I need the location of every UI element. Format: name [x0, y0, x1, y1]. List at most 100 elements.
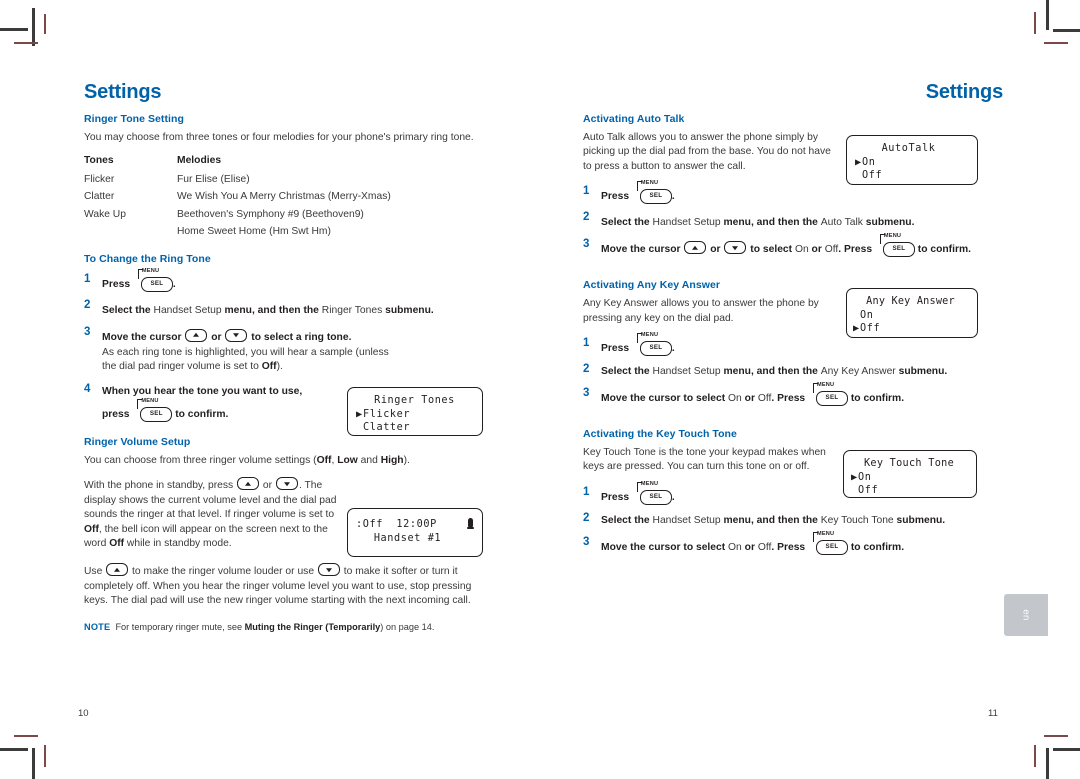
lcd-item: ▶On: [851, 471, 872, 483]
step-text: Move the cursor or to select a ring tone…: [102, 328, 351, 343]
menu-sel-key-icon[interactable]: MENU SEL: [136, 268, 173, 292]
lcd-title: Key Touch Tone: [863, 458, 955, 469]
melody-name: Home Sweet Home (Hm Swt Hm): [177, 226, 331, 238]
crop-mark-br-h: [1053, 748, 1080, 751]
step-number: 2: [583, 511, 590, 524]
arrow-up-icon[interactable]: [684, 241, 707, 255]
menu-sel-key-icon[interactable]: MENU SEL: [878, 233, 915, 258]
lcd-item: Clatter: [363, 422, 411, 433]
page-title-left: Settings: [84, 81, 162, 103]
step-number: 3: [84, 325, 91, 338]
step-text: Press MENU SEL.: [601, 180, 675, 205]
step-item: 1 Press MENU SEL.: [84, 267, 504, 292]
heading-auto-talk: Activating Auto Talk: [583, 113, 685, 125]
step-item: 2 Select the Handset Setup menu, and the…: [583, 363, 1003, 379]
arrow-down-icon[interactable]: [724, 241, 747, 255]
folio-right: 11: [988, 708, 998, 719]
arrow-down-icon[interactable]: [275, 477, 298, 491]
heading-ringer-volume-setup: Ringer Volume Setup: [84, 435, 191, 448]
paragraph-ringer-tone-intro: You may choose from three tones or four …: [84, 132, 474, 143]
step-text: Move the cursor to select On or Off. Pre…: [601, 530, 905, 555]
lcd-item: ▶Off: [853, 323, 881, 334]
step-number: 1: [583, 485, 590, 498]
step-item: 1 Press MENU SEL.: [583, 180, 1003, 205]
step-number: 1: [583, 337, 590, 350]
arrow-up-icon[interactable]: [237, 477, 260, 491]
step-text: Press MENU SEL.: [102, 267, 176, 292]
menu-sel-key-icon[interactable]: MENU SEL: [811, 531, 849, 555]
step-text: Select the Handset Setup menu, and then …: [102, 304, 434, 316]
crop-mark-tl-v: [32, 8, 35, 46]
reg-mark-bl-v: [44, 745, 46, 767]
step-number: 1: [583, 185, 590, 198]
lcd-item: On: [860, 309, 874, 321]
menu-sel-key-icon[interactable]: MENU SEL: [135, 398, 173, 422]
melody-name: Fur Elise (Elise): [177, 173, 250, 185]
reg-mark-tl-v: [44, 14, 46, 34]
lcd-ringer-tones: Ringer Tones ▶Flicker Clatter: [347, 387, 483, 436]
arrow-up-icon[interactable]: [106, 563, 129, 577]
menu-sel-key-icon[interactable]: MENU SEL: [811, 382, 849, 407]
heading-change-ring-tone: To Change the Ring Tone: [84, 252, 211, 265]
table-row: Home Sweet Home (Hm Swt Hm): [84, 225, 391, 243]
note-ringer-mute: NOTE For temporary ringer mute, see Muti…: [84, 621, 435, 632]
menu-sel-key-icon[interactable]: MENU SEL: [635, 481, 672, 505]
lcd-line-handset: Handset #1: [373, 532, 442, 544]
step-item: 2 Select the Handset Setup menu, and the…: [583, 511, 1003, 528]
step-item: 3 Move the cursor or to select On or Off…: [583, 233, 1003, 258]
step-number: 3: [583, 387, 590, 400]
reg-mark-br-v: [1034, 745, 1036, 767]
reg-mark-tl-h: [14, 42, 38, 44]
manual-page: Settings Settings Ringer Tone Setting Yo…: [0, 0, 1080, 779]
menu-sel-key-icon[interactable]: MENU SEL: [635, 180, 672, 205]
reg-mark-bl-h: [14, 735, 38, 737]
step-text: Select the Handset Setup menu, and then …: [601, 366, 948, 378]
lcd-title: AutoTalk: [881, 143, 936, 154]
step-item: 2 Select the Handset Setup menu, and the…: [84, 299, 504, 318]
arrow-down-icon[interactable]: [317, 563, 340, 577]
lcd-item: Off: [862, 170, 883, 181]
crop-mark-bl-h: [0, 748, 28, 751]
step-subtext: As each ring tone is highlighted, you wi…: [102, 346, 389, 372]
crop-mark-bl-v: [32, 748, 35, 779]
steps-auto-talk: 1 Press MENU SEL. 2 Select the Handset Se…: [583, 180, 1003, 258]
folio-left: 10: [78, 708, 89, 719]
step-item: 3 Move the cursor or to select a ring to…: [84, 325, 504, 374]
step-number: 1: [84, 272, 91, 285]
step-text: Press MENU SEL.: [601, 480, 675, 505]
melody-name: Beethoven's Symphony #9 (Beethoven9): [177, 208, 364, 220]
step-text: Select the Handset Setup menu, and then …: [601, 217, 915, 229]
steps-any-key-answer: 1 Press MENU SEL. 2 Select the Handset Se…: [583, 332, 1003, 407]
heading-key-touch-tone: Activating the Key Touch Tone: [583, 428, 737, 441]
step-number: 2: [583, 363, 590, 376]
lcd-key-touch-tone: Key Touch Tone ▶On Off: [843, 450, 977, 498]
paragraph-auto-talk-intro: Auto Talk allows you to answer the phone…: [583, 132, 831, 172]
crop-mark-tr-h: [1053, 29, 1080, 32]
melody-name: We Wish You A Merry Christmas (Merry-Xma…: [177, 191, 391, 203]
crop-mark-tr-v: [1046, 0, 1049, 30]
arrow-up-icon[interactable]: [185, 328, 208, 342]
paragraph-volume-adjust: Use to make the ringer volume louder or …: [84, 563, 482, 608]
bell-icon: [467, 518, 474, 529]
language-tab-label: en: [1020, 609, 1032, 621]
step-number: 3: [583, 535, 590, 548]
tone-name: Flicker: [84, 173, 115, 185]
lcd-any-key-answer: Any Key Answer On ▶Off: [846, 288, 978, 338]
arrow-down-icon[interactable]: [225, 328, 248, 342]
step-item: 2 Select the Handset Setup menu, and the…: [583, 211, 1003, 230]
step-item: 3 Move the cursor to select On or Off. P…: [583, 382, 1003, 407]
lcd-item: Off: [858, 485, 879, 496]
section-ringer-tone-setting: Ringer Tone Setting You may choose from …: [84, 113, 504, 243]
table-header-row: Tones Melodies: [84, 154, 391, 173]
column-header-tones: Tones: [84, 155, 114, 167]
note-tag: NOTE: [84, 621, 111, 632]
table-row: Flicker Fur Elise (Elise): [84, 173, 391, 191]
step-text: Move the cursor to select On or Off. Pre…: [601, 382, 905, 407]
page-title-right: Settings: [925, 81, 1003, 103]
step-text: Select the Handset Setup menu, and then …: [601, 514, 946, 526]
reg-mark-br-h: [1044, 735, 1068, 737]
step-text: Press MENU SEL.: [601, 332, 675, 357]
lcd-auto-talk: AutoTalk ▶On Off: [846, 135, 978, 185]
menu-sel-key-icon[interactable]: MENU SEL: [635, 332, 672, 357]
table-row: Clatter We Wish You A Merry Christmas (M…: [84, 190, 391, 208]
